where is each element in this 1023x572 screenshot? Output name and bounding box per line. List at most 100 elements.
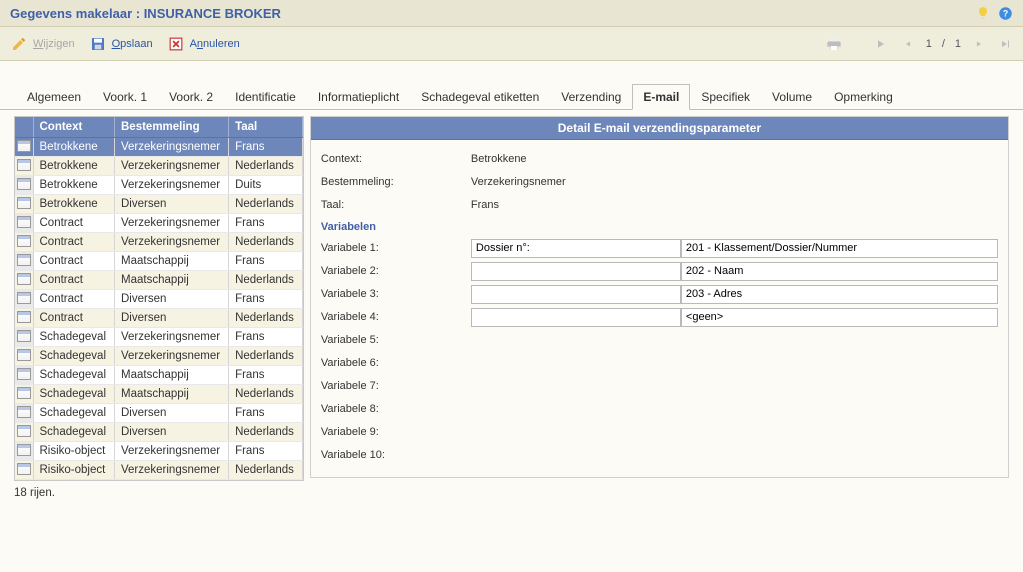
cell: Maatschappij — [115, 271, 229, 290]
nav-prev-icon[interactable] — [900, 36, 916, 52]
table-row[interactable]: BetrokkeneVerzekeringsnemerDuits — [15, 176, 302, 195]
variable-label: Variabele 7: — [321, 380, 471, 392]
col-bestemmeling[interactable]: Bestemmeling — [115, 117, 229, 138]
table-row[interactable]: BetrokkeneDiversenNederlands — [15, 195, 302, 214]
row-selector-icon[interactable] — [15, 366, 33, 385]
table-row[interactable]: Risiko-objectVerzekeringsnemerFrans — [15, 442, 302, 461]
row-selector-icon[interactable] — [15, 195, 33, 214]
table-row[interactable]: Risiko-objectVerzekeringsnemerNederlands — [15, 461, 302, 480]
row-selector-icon[interactable] — [15, 404, 33, 423]
table-row[interactable]: ContractDiversenFrans — [15, 290, 302, 309]
cell: Contract — [33, 309, 115, 328]
tab-schadegeval-etiketten[interactable]: Schadegeval etiketten — [410, 84, 550, 110]
row-selector-icon[interactable] — [15, 138, 33, 157]
grid: ContextBestemmelingTaal BetrokkeneVerzek… — [14, 116, 304, 481]
row-selector-icon[interactable] — [15, 233, 33, 252]
row-selector-icon[interactable] — [15, 347, 33, 366]
row-selector-icon[interactable] — [15, 328, 33, 347]
table-row[interactable]: ContractMaatschappijFrans — [15, 252, 302, 271]
table-row[interactable]: ContractVerzekeringsnemerFrans — [15, 214, 302, 233]
table-row[interactable]: SchadegevalVerzekeringsnemerFrans — [15, 328, 302, 347]
variable-row: Variabele 10: — [321, 444, 998, 466]
tab-identificatie[interactable]: Identificatie — [224, 84, 307, 110]
save-button[interactable]: Opslaan — [89, 35, 153, 53]
variable-label: Variabele 1: — [321, 242, 471, 254]
variable-lookup-input[interactable] — [681, 262, 998, 281]
tab-voork-2[interactable]: Voork. 2 — [158, 84, 224, 110]
variable-lookup-input[interactable] — [681, 239, 998, 258]
row-selector-icon[interactable] — [15, 290, 33, 309]
content: ContextBestemmelingTaal BetrokkeneVerzek… — [0, 110, 1023, 485]
print-icon[interactable] — [824, 35, 844, 53]
row-selector-icon[interactable] — [15, 423, 33, 442]
table-row[interactable]: ContractMaatschappijNederlands — [15, 271, 302, 290]
cell: Diversen — [115, 423, 229, 442]
table-row[interactable]: SchadegevalMaatschappijFrans — [15, 366, 302, 385]
cell: Betrokkene — [33, 138, 115, 157]
variable-lookup-input[interactable] — [681, 308, 998, 327]
row-selector-icon[interactable] — [15, 442, 33, 461]
cell: Verzekeringsnemer — [115, 138, 229, 157]
row-selector-icon[interactable] — [15, 176, 33, 195]
variable-row: Variabele 9: — [321, 421, 998, 443]
save-label[interactable]: Opslaan — [112, 38, 153, 50]
cell: Schadegeval — [33, 404, 115, 423]
tab-e-mail[interactable]: E-mail — [632, 84, 690, 110]
cancel-button[interactable]: Annuleren — [167, 35, 240, 53]
nav-first-icon[interactable] — [874, 36, 890, 52]
cell: Frans — [229, 138, 303, 157]
variable-row: Variabele 4: — [321, 306, 998, 328]
table-row[interactable]: ContractDiversenNederlands — [15, 309, 302, 328]
row-selector-icon[interactable] — [15, 157, 33, 176]
cancel-label[interactable]: Annuleren — [190, 38, 240, 50]
row-selector-icon[interactable] — [15, 271, 33, 290]
col-context[interactable]: Context — [33, 117, 115, 138]
table-row[interactable]: BetrokkeneVerzekeringsnemerFrans — [15, 138, 302, 157]
variable-label: Variabele 9: — [321, 426, 471, 438]
variable-label: Variabele 10: — [321, 449, 471, 461]
tab-opmerking[interactable]: Opmerking — [823, 84, 904, 110]
tab-specifiek[interactable]: Specifiek — [690, 84, 761, 110]
variable-row: Variabele 8: — [321, 398, 998, 420]
tab-algemeen[interactable]: Algemeen — [16, 84, 92, 110]
row-selector-icon[interactable] — [15, 252, 33, 271]
tab-voork-1[interactable]: Voork. 1 — [92, 84, 158, 110]
variable-lookup-input[interactable] — [681, 285, 998, 304]
lightbulb-icon[interactable] — [975, 5, 991, 21]
nav-next-icon[interactable] — [971, 36, 987, 52]
context-label: Context: — [321, 153, 471, 165]
row-selector-icon[interactable] — [15, 214, 33, 233]
variable-row: Variabele 6: — [321, 352, 998, 374]
row-selector-icon[interactable] — [15, 385, 33, 404]
tab-volume[interactable]: Volume — [761, 84, 823, 110]
row-selector-icon[interactable] — [15, 461, 33, 480]
variabelen-title: Variabelen — [321, 217, 998, 237]
cell: Verzekeringsnemer — [115, 157, 229, 176]
tab-informatieplicht[interactable]: Informatieplicht — [307, 84, 410, 110]
cell: Diversen — [115, 404, 229, 423]
table-row[interactable]: SchadegevalDiversenNederlands — [15, 423, 302, 442]
cell: Nederlands — [229, 347, 303, 366]
variable-text-input[interactable] — [471, 262, 681, 281]
variable-label: Variabele 4: — [321, 311, 471, 323]
cell: Verzekeringsnemer — [115, 328, 229, 347]
variable-text-input[interactable] — [471, 239, 681, 258]
row-selector-icon[interactable] — [15, 309, 33, 328]
help-icon[interactable]: ? — [997, 5, 1013, 21]
variable-text-input[interactable] — [471, 308, 681, 327]
table-row[interactable]: SchadegevalDiversenFrans — [15, 404, 302, 423]
col-taal[interactable]: Taal — [229, 117, 303, 138]
variable-text-input[interactable] — [471, 285, 681, 304]
page-total: 1 — [955, 38, 961, 50]
tab-verzending[interactable]: Verzending — [550, 84, 632, 110]
table-row[interactable]: SchadegevalVerzekeringsnemerNederlands — [15, 347, 302, 366]
table-row[interactable]: SchadegevalMaatschappijNederlands — [15, 385, 302, 404]
bestemmeling-value: Verzekeringsnemer — [471, 176, 566, 188]
table-row[interactable]: ContractVerzekeringsnemerNederlands — [15, 233, 302, 252]
cell: Nederlands — [229, 233, 303, 252]
table-row[interactable]: BetrokkeneVerzekeringsnemerNederlands — [15, 157, 302, 176]
cell: Verzekeringsnemer — [115, 347, 229, 366]
bestemmeling-label: Bestemmeling: — [321, 176, 471, 188]
nav-last-icon[interactable] — [997, 36, 1013, 52]
cell: Maatschappij — [115, 252, 229, 271]
